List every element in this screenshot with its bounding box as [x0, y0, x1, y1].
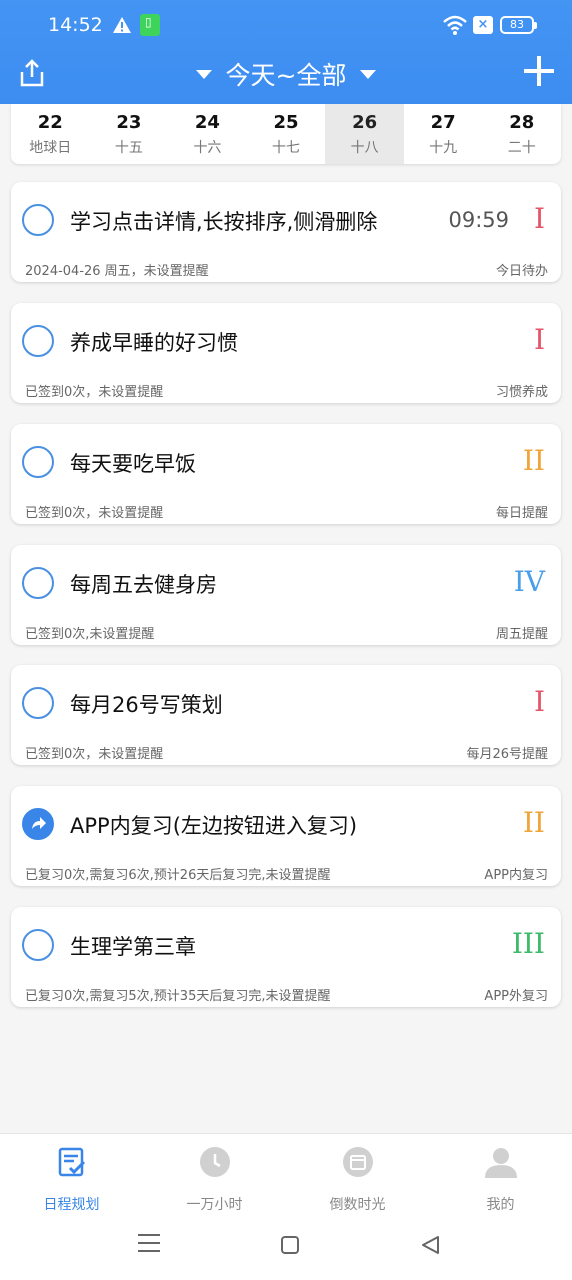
task-title: 养成早睡的好习惯	[70, 331, 238, 355]
calendar-icon	[342, 1147, 373, 1177]
date-num: 22	[37, 112, 63, 133]
date-num: 27	[430, 112, 456, 133]
checkbox-circle-icon[interactable]	[22, 325, 54, 357]
lunar-label: 十六	[193, 140, 222, 156]
date-num: 28	[509, 112, 535, 133]
checkbox-circle-icon[interactable]	[22, 929, 54, 961]
tab-label: 一万小时	[186, 1197, 243, 1213]
lunar-label: 十八	[350, 140, 379, 156]
wifi-icon	[443, 15, 467, 35]
home-icon[interactable]	[281, 1236, 299, 1254]
notification-icon: ×	[473, 16, 493, 34]
task-subtitle: 已签到0次,未设置提醒	[25, 627, 155, 642]
tab-ten-thousand-hours[interactable]: 一万小时	[143, 1134, 286, 1213]
task-category: 习惯养成	[495, 385, 548, 400]
date-num: 23	[116, 112, 142, 133]
task-title: 每周五去健身房	[70, 573, 217, 597]
date-22[interactable]: 22 地球日	[11, 104, 90, 164]
date-27[interactable]: 27 十九	[404, 104, 483, 164]
lunar-label: 十九	[429, 140, 458, 156]
task-card[interactable]: 生理学第三章 III 已复习0次,需复习5次,预计35天后复习完,未设置提醒 A…	[11, 907, 561, 1007]
date-num: 26	[352, 112, 378, 133]
status-time: 14:52	[48, 14, 103, 36]
menu-icon[interactable]	[138, 1234, 160, 1254]
forward-review-icon[interactable]	[22, 808, 54, 840]
task-category: APP外复习	[484, 989, 548, 1004]
task-category: 周五提醒	[495, 627, 548, 642]
task-title: 学习点击详情,长按排序,侧滑删除	[70, 210, 378, 234]
task-category: APP内复习	[484, 868, 548, 883]
checkbox-circle-icon[interactable]	[22, 446, 54, 478]
date-28[interactable]: 28 二十	[482, 104, 561, 164]
task-category: 今日待办	[495, 264, 548, 279]
lunar-label: 地球日	[29, 140, 72, 156]
task-card[interactable]: 学习点击详情,长按排序,侧滑删除 09:59 I 2024-04-26 周五，未…	[11, 182, 561, 282]
task-card[interactable]: 每月26号写策划 I 已签到0次，未设置提醒 每月26号提醒	[11, 665, 561, 765]
priority-badge: III	[511, 927, 545, 960]
date-num: 25	[273, 112, 299, 133]
task-card[interactable]: 每天要吃早饭 II 已签到0次，未设置提醒 每日提醒	[11, 424, 561, 524]
app-header: 14:52 × 83 今天~全部	[0, 0, 572, 104]
back-icon[interactable]	[420, 1235, 440, 1255]
task-title: 每月26号写策划	[70, 693, 223, 717]
date-strip: 22 地球日 23 十五 24 十六 25 十七 26 十八 27 十九 28 二十	[11, 104, 561, 164]
clock-icon	[199, 1147, 230, 1177]
date-25[interactable]: 25 十七	[247, 104, 326, 164]
tab-label: 日程规划	[43, 1197, 100, 1213]
priority-badge: I	[533, 202, 545, 235]
tab-label: 我的	[486, 1197, 515, 1213]
priority-badge: II	[522, 806, 545, 839]
checkbox-circle-icon[interactable]	[22, 567, 54, 599]
task-subtitle: 已签到0次，未设置提醒	[25, 506, 164, 521]
view-selector[interactable]: 今天~全部	[0, 56, 572, 92]
task-card[interactable]: APP内复习(左边按钮进入复习) II 已复习0次,需复习6次,预计26天后复习…	[11, 786, 561, 886]
tab-me[interactable]: 我的	[429, 1134, 572, 1213]
date-num: 24	[194, 112, 220, 133]
task-subtitle: 已复习0次,需复习6次,预计26天后复习完,未设置提醒	[25, 868, 331, 883]
lunar-label: 十七	[272, 140, 301, 156]
task-card[interactable]: 养成早睡的好习惯 I 已签到0次，未设置提醒 习惯养成	[11, 303, 561, 403]
date-26-selected[interactable]: 26 十八	[325, 104, 404, 164]
sim-icon	[140, 14, 160, 36]
task-subtitle: 已签到0次，未设置提醒	[25, 747, 164, 762]
date-23[interactable]: 23 十五	[90, 104, 169, 164]
task-title: 生理学第三章	[70, 935, 196, 959]
user-icon	[484, 1148, 517, 1178]
tab-label: 倒数时光	[329, 1197, 386, 1213]
task-title: 每天要吃早饭	[70, 452, 196, 476]
dropdown-left-icon	[195, 69, 212, 79]
task-category: 每月26号提醒	[466, 747, 548, 762]
priority-badge: I	[533, 685, 545, 718]
schedule-icon	[58, 1147, 85, 1177]
navbar: 今天~全部	[0, 50, 572, 98]
warning-icon	[113, 17, 131, 33]
bottom-tab-bar: 日程规划 一万小时 倒数时光 我的	[0, 1133, 572, 1213]
checkbox-circle-icon[interactable]	[22, 204, 54, 236]
priority-badge: II	[522, 444, 545, 477]
priority-badge: I	[533, 323, 545, 356]
task-time: 09:59	[448, 208, 509, 232]
lunar-label: 二十	[507, 140, 536, 156]
checkbox-circle-icon[interactable]	[22, 687, 54, 719]
dropdown-right-icon	[360, 69, 377, 79]
tab-countdown[interactable]: 倒数时光	[286, 1134, 429, 1213]
task-subtitle: 已复习0次,需复习5次,预计35天后复习完,未设置提醒	[25, 989, 331, 1004]
task-category: 每日提醒	[495, 506, 548, 521]
battery-icon: 83	[500, 16, 537, 34]
lunar-label: 十五	[114, 140, 143, 156]
date-24[interactable]: 24 十六	[168, 104, 247, 164]
task-card[interactable]: 每周五去健身房 IV 已签到0次,未设置提醒 周五提醒	[11, 545, 561, 645]
task-subtitle: 已签到0次，未设置提醒	[25, 385, 164, 400]
status-bar: 14:52 × 83	[0, 12, 572, 40]
system-nav-bar	[0, 1213, 572, 1280]
add-icon[interactable]	[524, 56, 554, 86]
task-subtitle: 2024-04-26 周五，未设置提醒	[25, 264, 209, 279]
tab-schedule[interactable]: 日程规划	[0, 1134, 143, 1213]
priority-badge: IV	[513, 565, 545, 598]
page-title: 今天~全部	[225, 61, 347, 90]
task-title: APP内复习(左边按钮进入复习)	[70, 814, 358, 838]
